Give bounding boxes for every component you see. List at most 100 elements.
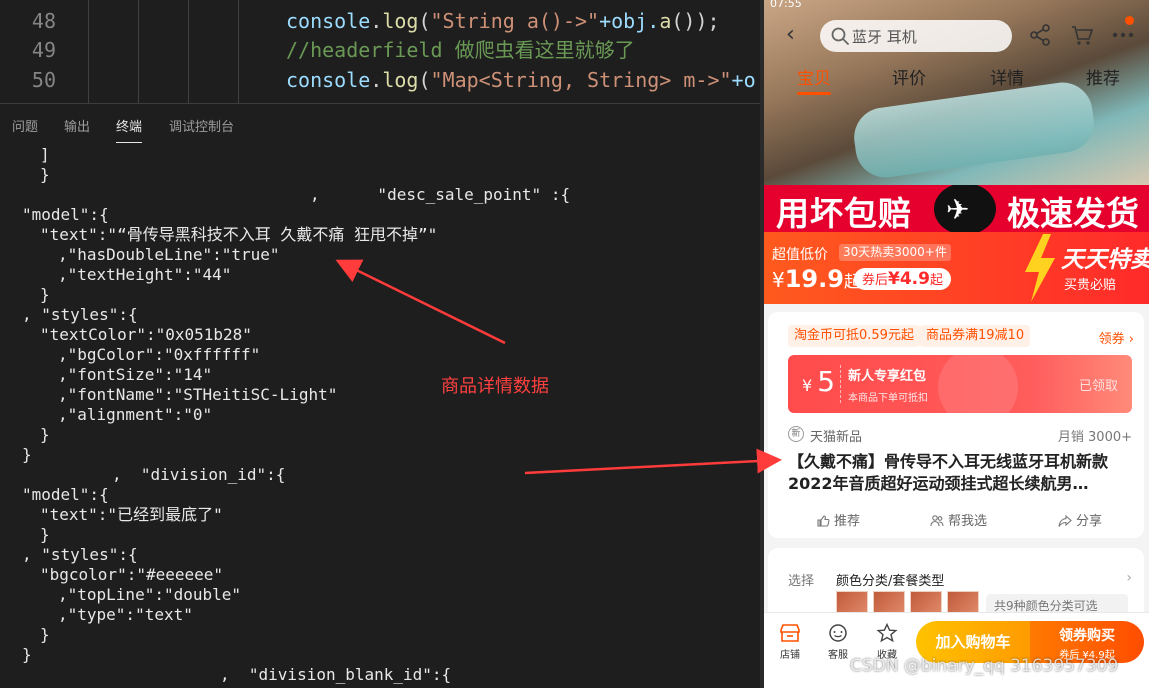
phone-screen: 07:55 ‹ 蓝牙 耳机 宝贝 评价 详情 推荐 用坏包赔 ✈ 极速发货 超值… [760,0,1149,688]
coin-coupon-chip[interactable]: 淘金币可抵0.59元起 [788,325,920,347]
share-button[interactable]: 分享 [1058,510,1102,529]
code-token: "String a()->" [430,9,600,33]
code-token: +o [731,68,756,92]
terminal-line: "bgcolor":"#eeeeee" [40,565,224,584]
tab-problems[interactable]: 问题 [12,116,38,135]
coupon-price-value: ¥4.9 [888,269,930,289]
terminal-line: , "styles":{ [22,545,138,564]
terminal-line: ,"textHeight":"44" [58,265,232,284]
terminal-line: } [22,645,32,664]
code-text: //headerfield 做爬虫看这里就够了 [286,35,635,65]
recommend-button[interactable]: 推荐 [816,510,860,529]
star-icon [876,623,898,643]
banner-right-text: 极速发货 [1007,194,1139,232]
red-packet-watermark [938,355,1018,413]
sales-badge: 30天热卖3000+件 [839,244,951,261]
product-image-highlight [850,78,1098,182]
red-packet-status: 已领取 [1078,379,1118,394]
red-packet-title: 新人专享红包 [848,369,927,384]
terminal-line: } [22,445,32,464]
code-line[interactable]: 50 console.log("Map<String, String> m->"+… [0,65,760,95]
vscode-window: 48 console.log("String a()->"+obj.a()); 49… [0,0,760,688]
product-info-card: 淘金币可抵0.59元起 商品券满19减10 领券 › ¥ 5 新人专享红包 本商… [768,312,1144,538]
terminal-line: ,"topLine":"double" [58,585,242,604]
tab-output[interactable]: 输出 [64,116,90,135]
red-packet-divider [840,365,841,403]
product-title: 【久戴不痛】骨传导不入耳无线蓝牙耳机新款2022年音质超好运动颈挂式超长续航男… [788,452,1109,493]
code-token: log [382,68,419,92]
help-choose-button[interactable]: 帮我选 [930,510,987,529]
terminal-output[interactable]: ]}, "desc_sale_point" :{"model":{"text":… [0,143,760,688]
back-icon[interactable]: ‹ [786,24,808,46]
code-text: console.log("String a()->"+obj.a()); [286,6,720,36]
price-currency: ¥ [772,268,785,292]
notification-dot [1125,16,1134,25]
code-token: console [286,9,371,33]
terminal-line: } [40,165,50,184]
tab-debug-console[interactable]: 调试控制台 [169,116,234,135]
tab-recommend[interactable]: 推荐 [1086,64,1120,89]
terminal-line: ,"hasDoubleLine":"true" [58,245,280,264]
tab-details[interactable]: 详情 [990,64,1024,89]
line-number: 49 [31,38,56,62]
new-product-icon: 新 [788,426,804,442]
shop-coupon-chip[interactable]: 商品券满19减10 [920,325,1031,347]
code-editor[interactable]: 48 console.log("String a()->"+obj.a()); 49… [0,0,760,103]
plane-icon: ✈ [946,193,970,226]
terminal-line: ,"fontName":"STHeitiSC-Light" [58,385,338,404]
cart-icon[interactable] [1069,22,1095,48]
recommend-label: 推荐 [834,514,861,529]
search-bar[interactable]: 蓝牙 耳机 [820,20,1012,52]
terminal-line: , "division_blank_id":{ [220,665,452,684]
red-packet-subtitle: 本商品下单可抵扣 [848,393,928,404]
bottom-action-bar: 店铺 客服 收藏 加入购物车 领券购买 券后 ¥4.9起 [764,612,1149,688]
terminal-line: ] [40,145,50,164]
terminal-line: "model":{ [22,205,109,224]
select-value: 颜色分类/套餐类型 [836,574,945,589]
price-tag: 超值低价 [772,247,828,263]
buy-label: 领券购买 [1059,628,1115,644]
service-label: 客服 [828,650,848,661]
terminal-line: } [40,525,50,544]
terminal-line: ,"fontSize":"14" [58,365,213,384]
share-icon[interactable] [1027,22,1053,48]
tab-item[interactable]: 宝贝 [797,64,831,95]
more-icon[interactable] [1110,22,1136,48]
banner-left-text: 用坏包赔 [776,194,912,232]
terminal-line: ,"bgColor":"0xffffff" [58,345,261,364]
coupon-price-badge: 券后¥4.9起 [854,268,951,290]
panel-tab-bar: 问题 输出 终端 调试控制台 [0,103,760,143]
share-arrow-icon [1058,514,1072,527]
code-token: ( [418,68,431,92]
people-icon [930,515,944,527]
code-token: +obj. [599,9,660,33]
terminal-line: , "division_id":{ [112,465,286,484]
terminal-line: "textColor":"0x051b28" [40,325,252,344]
search-placeholder: 蓝牙 耳机 [852,28,917,46]
line-number: 50 [31,68,56,92]
red-packet[interactable]: ¥ 5 新人专享红包 本商品下单可抵扣 已领取 [788,355,1132,413]
red-packet-amount: ¥ 5 [802,365,835,398]
price-value: 19.9 [784,265,844,293]
monthly-sales: 月销 3000+ [1057,430,1132,445]
code-line[interactable]: 48 console.log("String a()->"+obj.a()); [0,6,760,36]
terminal-line: ,"alignment":"0" [58,405,213,424]
code-token: console [286,68,371,92]
promo-banner: 用坏包赔 ✈ 极速发货 [764,185,1149,232]
price-band: 超值低价 30天热卖3000+件 ¥19.9起 券后¥4.9起 天天特卖 买贵必… [764,232,1149,304]
annotation-label: 商品详情数据 [441,376,549,397]
get-coupon-link[interactable]: 领券 › [1099,328,1134,347]
coupon-prefix: 券后 [862,273,889,288]
tab-reviews[interactable]: 评价 [892,64,926,89]
terminal-line: "model":{ [22,485,109,504]
code-line[interactable]: 49 //headerfield 做爬虫看这里就够了 [0,35,760,65]
coupon-suffix: 起 [929,273,943,288]
tmall-new-label: 天猫新品 [810,430,863,445]
status-time: 07:55 [770,0,802,10]
terminal-line: } [40,625,50,644]
store-icon [780,624,800,642]
chat-icon [829,624,847,642]
tab-terminal[interactable]: 终端 [116,116,143,143]
shop-label: 店铺 [780,650,800,661]
shop-button[interactable]: 店铺 [770,623,810,661]
